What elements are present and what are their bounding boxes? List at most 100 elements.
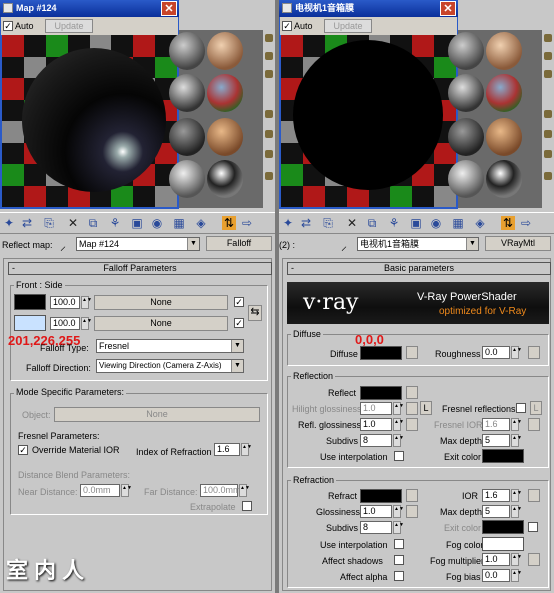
tool-icon[interactable] [544, 150, 552, 158]
spinner-arrows[interactable]: ▲▼ [511, 553, 522, 566]
material-slot[interactable] [486, 160, 522, 198]
tool-icon[interactable] [544, 70, 552, 78]
fresnel-reflections-checkbox[interactable] [516, 403, 526, 413]
material-slot[interactable] [207, 118, 243, 156]
put-to-scene-icon[interactable]: ⇄ [20, 216, 34, 230]
side-map-button[interactable]: None [94, 316, 228, 331]
material-slot[interactable] [169, 160, 205, 198]
refl-gloss-map-button[interactable] [406, 418, 418, 431]
material-id-icon[interactable]: ◉ [429, 216, 443, 230]
material-slot[interactable] [207, 32, 243, 70]
subdivs-spinner[interactable]: 8 [360, 434, 392, 447]
show-map-icon[interactable]: ▦ [451, 216, 465, 230]
spinner-arrows[interactable]: ▲▼ [393, 434, 404, 447]
fog-bias-spinner[interactable]: 0.0 [482, 569, 510, 582]
fog-multiplier-spinner[interactable]: 1.0 [482, 553, 510, 566]
tool-icon[interactable] [544, 110, 552, 118]
tool-icon[interactable] [265, 34, 273, 42]
right-auto-checkbox[interactable]: ✓ [282, 21, 292, 31]
tool-icon[interactable] [544, 172, 552, 180]
glossiness-spinner[interactable]: 1.0 [360, 505, 392, 518]
fog-color-swatch[interactable] [482, 537, 524, 551]
pick-material-icon[interactable]: ⸝ [341, 237, 347, 254]
copy-material-icon[interactable]: ⧉ [86, 216, 100, 230]
refract-color-swatch[interactable] [360, 489, 402, 503]
tool-icon[interactable] [265, 130, 273, 138]
go-sibling-icon[interactable]: ⇨ [240, 216, 254, 230]
reflect-map-button[interactable] [406, 386, 418, 399]
right-window-title-bar[interactable]: 电视机1音箱膜 [279, 0, 458, 17]
spinner-arrows[interactable]: ▲▼ [81, 296, 92, 309]
spinner-arrows[interactable]: ▲▼ [241, 443, 252, 456]
get-material-icon[interactable]: ✦ [281, 216, 295, 230]
put-library-icon[interactable]: ▣ [409, 216, 423, 230]
reflect-color-swatch[interactable] [360, 386, 402, 400]
spinner-arrows[interactable]: ▲▼ [511, 418, 522, 431]
copy-material-icon[interactable]: ⧉ [365, 216, 379, 230]
spinner-arrows[interactable]: ▲▼ [393, 505, 404, 518]
affect-alpha-checkbox[interactable] [394, 571, 404, 581]
spinner-arrows[interactable]: ▲▼ [511, 505, 522, 518]
front-amount-spinner[interactable]: 100.0 [50, 296, 80, 309]
unique-icon[interactable]: ⚘ [387, 216, 401, 230]
glossiness-map-button[interactable] [406, 505, 418, 518]
fresnel-ior-map-button[interactable] [528, 418, 540, 431]
unique-icon[interactable]: ⚘ [108, 216, 122, 230]
tool-icon[interactable] [265, 52, 273, 60]
tool-icon[interactable] [265, 150, 273, 158]
tool-icon[interactable] [265, 70, 273, 78]
spinner-arrows[interactable]: ▲▼ [81, 317, 92, 330]
reset-icon[interactable]: ✕ [345, 216, 359, 230]
falloff-direction-dropdown[interactable]: Viewing Direction (Camera Z-Axis) ▼ [96, 359, 244, 373]
left-auto-checkbox[interactable]: ✓ [3, 21, 13, 31]
spinner-arrows[interactable]: ▲▼ [511, 346, 522, 359]
spinner-arrows[interactable]: ▲▼ [393, 521, 404, 534]
material-slot[interactable] [448, 74, 484, 112]
put-to-scene-icon[interactable]: ⇄ [299, 216, 313, 230]
hilight-glossiness-spinner[interactable]: 1.0 [360, 402, 392, 415]
front-color-swatch[interactable] [14, 294, 46, 310]
spinner-arrows[interactable]: ▲▼ [239, 484, 250, 497]
refr-exit-color-checkbox[interactable] [528, 522, 538, 532]
assign-material-icon[interactable]: ⎘ [321, 216, 335, 230]
material-slot[interactable] [448, 118, 484, 156]
tool-icon[interactable] [544, 52, 552, 60]
refr-ior-spinner[interactable]: 1.6 [482, 489, 510, 502]
material-slot[interactable] [486, 118, 522, 156]
spinner-arrows[interactable]: ▲▼ [393, 402, 404, 415]
show-map-icon[interactable]: ▦ [172, 216, 186, 230]
material-slot[interactable] [207, 160, 243, 198]
affect-shadows-checkbox[interactable] [394, 555, 404, 565]
map-type-button[interactable]: Falloff [206, 236, 272, 251]
material-slot[interactable] [486, 32, 522, 70]
left-close-button[interactable]: ✕ [161, 1, 177, 16]
go-sibling-icon[interactable]: ⇨ [519, 216, 533, 230]
fresnel-ior-spinner[interactable]: 1.6 [482, 418, 510, 431]
falloff-rollout-header[interactable]: - Falloff Parameters [8, 262, 272, 275]
refract-map-button[interactable] [406, 489, 418, 502]
pick-material-icon[interactable]: ⸝ [60, 237, 66, 254]
extrapolate-checkbox[interactable] [242, 501, 252, 511]
fresnel-lock-button[interactable]: L [530, 401, 542, 415]
falloff-type-dropdown[interactable]: Fresnel ▼ [96, 339, 244, 353]
refr-use-interpolation-checkbox[interactable] [394, 539, 404, 549]
max-depth-spinner[interactable]: 5 [482, 434, 510, 447]
hilight-map-button[interactable] [406, 402, 418, 415]
material-slot[interactable] [169, 118, 205, 156]
show-end-icon[interactable]: ◈ [473, 216, 487, 230]
refr-ior-map-button[interactable] [528, 489, 540, 502]
material-slot[interactable] [169, 32, 205, 70]
side-map-checkbox[interactable]: ✓ [234, 318, 244, 328]
fog-multiplier-map-button[interactable] [528, 553, 540, 566]
spinner-arrows[interactable]: ▲▼ [511, 569, 522, 582]
put-library-icon[interactable]: ▣ [130, 216, 144, 230]
get-material-icon[interactable]: ✦ [2, 216, 16, 230]
swap-colors-button[interactable]: ⇆ [248, 305, 262, 321]
right-update-button[interactable]: Update [324, 19, 372, 33]
refr-subdivs-spinner[interactable]: 8 [360, 521, 392, 534]
use-interpolation-checkbox[interactable] [394, 451, 404, 461]
right-close-button[interactable]: ✕ [440, 1, 456, 16]
material-type-button[interactable]: VRayMtl [485, 236, 551, 251]
spinner-arrows[interactable]: ▲▼ [393, 418, 404, 431]
left-update-button[interactable]: Update [45, 19, 93, 33]
